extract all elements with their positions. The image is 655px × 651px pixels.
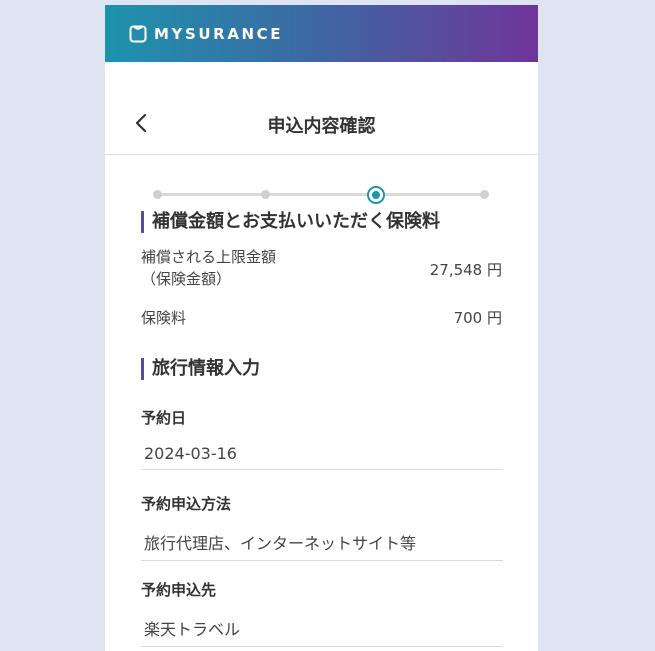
travel-section-heading: 旅行情報入力 — [141, 358, 260, 380]
reservation-destination-field[interactable]: 楽天トラベル — [141, 616, 503, 647]
step-1-dot — [153, 190, 162, 199]
step-4-dot — [480, 190, 489, 199]
coverage-limit-label-line1: 補償される上限金額 — [141, 248, 277, 266]
progress-stepper — [153, 185, 489, 205]
coverage-section-heading: 補償金額とお支払いいただく保険料 — [141, 211, 440, 233]
premium-value: 700 円 — [453, 309, 502, 327]
page-title: 申込内容確認 — [267, 116, 376, 137]
reservation-method-field[interactable]: 旅行代理店、インターネットサイト等 — [141, 530, 503, 561]
coverage-limit-value: 27,548 円 — [429, 261, 502, 279]
reservation-date-label: 予約日 — [141, 409, 187, 427]
app-panel: MYSURANCE 申込内容確認 補償金額とお支払いいただく保険料 補償される上… — [105, 5, 538, 651]
app-header: MYSURANCE — [105, 5, 538, 62]
title-bar: 申込内容確認 — [105, 62, 538, 155]
reservation-date-field[interactable]: 2024-03-16 — [141, 444, 503, 470]
reservation-method-label: 予約申込方法 — [141, 495, 232, 513]
reservation-destination-label: 予約申込先 — [141, 581, 217, 599]
coverage-limit-label-line2: （保険金額） — [141, 270, 232, 288]
logo-icon — [129, 25, 147, 42]
stepper-track — [153, 193, 489, 196]
step-2-dot — [261, 190, 270, 199]
premium-label: 保険料 — [141, 309, 187, 327]
step-3-active-dot — [367, 186, 385, 204]
coverage-limit-label: 補償される上限金額 （保険金額） — [141, 246, 276, 290]
brand-logo-text: MYSURANCE — [154, 24, 284, 43]
